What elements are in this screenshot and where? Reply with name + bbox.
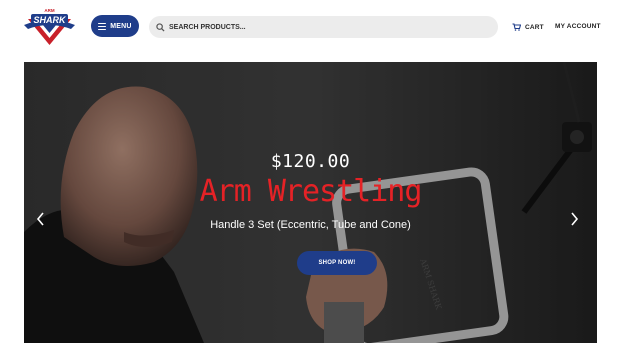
hero-price: $120.00 (270, 151, 351, 172)
search-input[interactable] (169, 18, 489, 36)
menu-label: MENU (110, 22, 132, 30)
hero-subtitle: Handle 3 Set (Eccentric, Tube and Cone) (210, 219, 411, 231)
cart-link[interactable]: CART (512, 21, 544, 33)
cart-icon (512, 23, 521, 31)
hero-slider: ARM SHARK $120.00 Arm Wrestling Handle 3… (24, 62, 597, 343)
logo-small-text: ARM (44, 8, 54, 13)
hamburger-icon (98, 22, 107, 30)
cart-label: CART (525, 23, 544, 31)
shark-logo[interactable]: SHARK ARM (22, 5, 77, 49)
shop-now-button[interactable]: SHOP NOW! (297, 251, 377, 275)
my-account-link[interactable]: MY ACCOUNT (555, 23, 601, 30)
logo-text: SHARK (33, 15, 67, 25)
chevron-left-icon[interactable] (36, 212, 46, 226)
menu-button[interactable]: MENU (91, 15, 139, 37)
search-bar[interactable] (149, 16, 498, 38)
hero-title: Arm Wrestling (199, 174, 423, 209)
site-header: SHARK ARM MENU CART MY ACCOUNT (0, 0, 620, 54)
search-icon (156, 22, 165, 32)
chevron-right-icon[interactable] (569, 212, 579, 226)
